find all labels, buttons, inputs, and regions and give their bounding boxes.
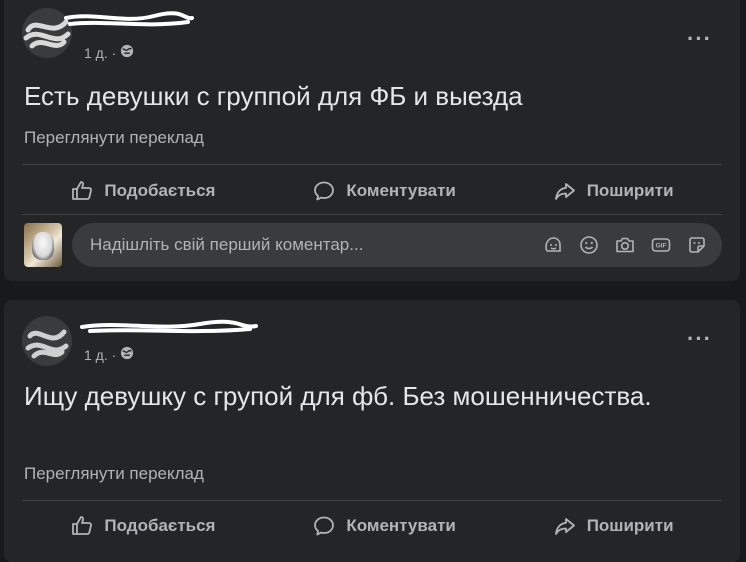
like-label: Подобається xyxy=(104,181,216,200)
post-meta: 1 д. · xyxy=(84,44,134,61)
redaction-scribble xyxy=(25,329,69,359)
sticker-icon[interactable] xyxy=(686,234,708,256)
post-card: 1 д. · ··· Есть девушки с группой для ФБ… xyxy=(4,0,740,281)
globe-icon[interactable] xyxy=(120,346,134,363)
svg-text:GIF: GIF xyxy=(656,243,667,250)
divider xyxy=(22,164,722,165)
post-card: 1 д. · ··· Ищу девушку с групой для фб. … xyxy=(4,300,740,562)
avatar-sticker-icon[interactable] xyxy=(542,234,564,256)
comment-input[interactable] xyxy=(88,234,542,256)
post-actions: Подобається Коментувати Поширити xyxy=(22,502,722,550)
author-avatar[interactable] xyxy=(22,316,72,366)
globe-icon[interactable] xyxy=(120,44,134,61)
comment-tools: GIF xyxy=(542,234,708,256)
post-time[interactable]: 1 д. · xyxy=(84,347,116,363)
current-user-avatar[interactable] xyxy=(24,223,62,267)
author-name-redacted[interactable] xyxy=(80,318,260,338)
post-meta: 1 д. · xyxy=(84,346,134,363)
speech-bubble-icon xyxy=(314,516,335,536)
speech-bubble-icon xyxy=(314,181,335,201)
share-button[interactable]: Поширити xyxy=(533,508,694,544)
share-label: Поширити xyxy=(586,181,674,200)
comment-button[interactable]: Коментувати xyxy=(292,173,476,209)
comment-label: Коментувати xyxy=(346,181,456,200)
post-text: Ищу девушку с групой для фб. Без мошенни… xyxy=(24,381,652,411)
author-name-redacted[interactable] xyxy=(64,10,194,32)
like-label: Подобається xyxy=(104,516,216,535)
thumbs-up-icon xyxy=(72,516,93,535)
post-text: Есть девушки с группой для ФБ и выезда xyxy=(24,81,523,111)
see-translation-link[interactable]: Переглянути переклад xyxy=(24,128,204,148)
more-options-button[interactable]: ··· xyxy=(687,326,712,352)
divider xyxy=(22,214,722,215)
like-button[interactable]: Подобається xyxy=(50,508,235,544)
share-arrow-icon xyxy=(554,183,575,200)
comment-box[interactable]: GIF xyxy=(72,223,722,267)
divider xyxy=(22,500,722,501)
more-options-button[interactable]: ··· xyxy=(687,26,712,52)
like-button[interactable]: Подобається xyxy=(50,173,235,209)
thumbs-up-icon xyxy=(72,181,93,200)
see-translation-link[interactable]: Переглянути переклад xyxy=(24,464,204,484)
gif-icon[interactable]: GIF xyxy=(650,234,672,256)
comment-label: Коментувати xyxy=(346,516,456,535)
post-actions: Подобається Коментувати Поширити xyxy=(22,167,722,215)
camera-icon[interactable] xyxy=(614,234,636,256)
share-label: Поширити xyxy=(586,516,674,535)
comment-composer: GIF xyxy=(24,222,722,268)
share-button[interactable]: Поширити xyxy=(533,173,694,209)
emoji-icon[interactable] xyxy=(578,234,600,256)
share-arrow-icon xyxy=(554,518,575,535)
post-time[interactable]: 1 д. · xyxy=(84,45,116,61)
comment-button[interactable]: Коментувати xyxy=(292,508,476,544)
